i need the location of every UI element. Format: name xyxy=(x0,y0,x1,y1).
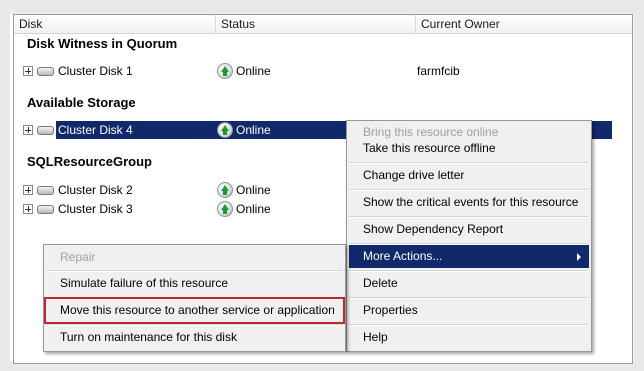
window-background-left xyxy=(0,0,10,371)
group-heading: SQLResourceGroup xyxy=(27,154,152,169)
column-header-bar: Disk Status Current Owner xyxy=(14,15,632,34)
online-status-icon xyxy=(217,201,233,217)
disk-icon xyxy=(37,126,54,135)
column-owner-header[interactable]: Current Owner xyxy=(416,15,632,33)
disk-name: Cluster Disk 2 xyxy=(58,183,133,197)
status-text: Online xyxy=(236,123,271,137)
submenu-item-repair[interactable]: Repair xyxy=(46,246,343,269)
menu-item-take-offline[interactable]: Take this resource offline xyxy=(349,137,589,160)
expand-icon[interactable] xyxy=(23,125,33,135)
menu-item-more-actions-label: More Actions... xyxy=(363,249,443,263)
expand-icon[interactable] xyxy=(23,185,33,195)
group-heading: Available Storage xyxy=(27,95,136,110)
online-status-icon xyxy=(217,122,233,138)
menu-item-change-drive-letter[interactable]: Change drive letter xyxy=(349,164,589,187)
disk-name: Cluster Disk 3 xyxy=(58,202,133,216)
disk-name: Cluster Disk 1 xyxy=(58,64,133,78)
group-heading: Disk Witness in Quorum xyxy=(27,36,178,51)
column-disk-label: Disk xyxy=(19,17,43,31)
column-status-label: Status xyxy=(221,17,256,31)
context-menu: Bring this resource online Take this res… xyxy=(346,120,592,352)
expand-icon[interactable] xyxy=(23,66,33,76)
highlight-outline xyxy=(44,297,345,324)
disk-icon xyxy=(37,205,54,214)
menu-item-delete[interactable]: Delete xyxy=(349,272,589,295)
status-text: Online xyxy=(236,183,271,197)
disk-icon xyxy=(37,186,54,195)
menu-item-help[interactable]: Help xyxy=(349,326,589,349)
submenu-item-maintenance[interactable]: Turn on maintenance for this disk xyxy=(46,326,343,349)
online-status-icon xyxy=(217,182,233,198)
menu-item-properties[interactable]: Properties xyxy=(349,299,589,322)
status-text: Online xyxy=(236,202,271,216)
menu-item-more-actions[interactable]: More Actions... xyxy=(349,245,589,268)
expand-icon[interactable] xyxy=(23,204,33,214)
status-text: Online xyxy=(236,64,271,78)
submenu-item-simulate-failure[interactable]: Simulate failure of this resource xyxy=(46,272,343,295)
window-background-top xyxy=(0,0,644,14)
disk-icon xyxy=(37,67,54,76)
column-disk-header[interactable]: Disk xyxy=(14,15,216,33)
column-status-header[interactable]: Status xyxy=(216,15,416,33)
column-owner-label: Current Owner xyxy=(421,17,500,31)
disk-name: Cluster Disk 4 xyxy=(58,123,133,137)
table-row[interactable]: Cluster Disk 1 Online farmfcib xyxy=(14,62,632,80)
submenu-arrow-icon xyxy=(577,253,581,261)
owner-text: farmfcib xyxy=(417,64,460,78)
menu-item-show-critical-events[interactable]: Show the critical events for this resour… xyxy=(349,191,589,214)
menu-item-dependency-report[interactable]: Show Dependency Report xyxy=(349,218,589,241)
online-status-icon xyxy=(217,63,233,79)
window-background-right xyxy=(634,0,644,371)
